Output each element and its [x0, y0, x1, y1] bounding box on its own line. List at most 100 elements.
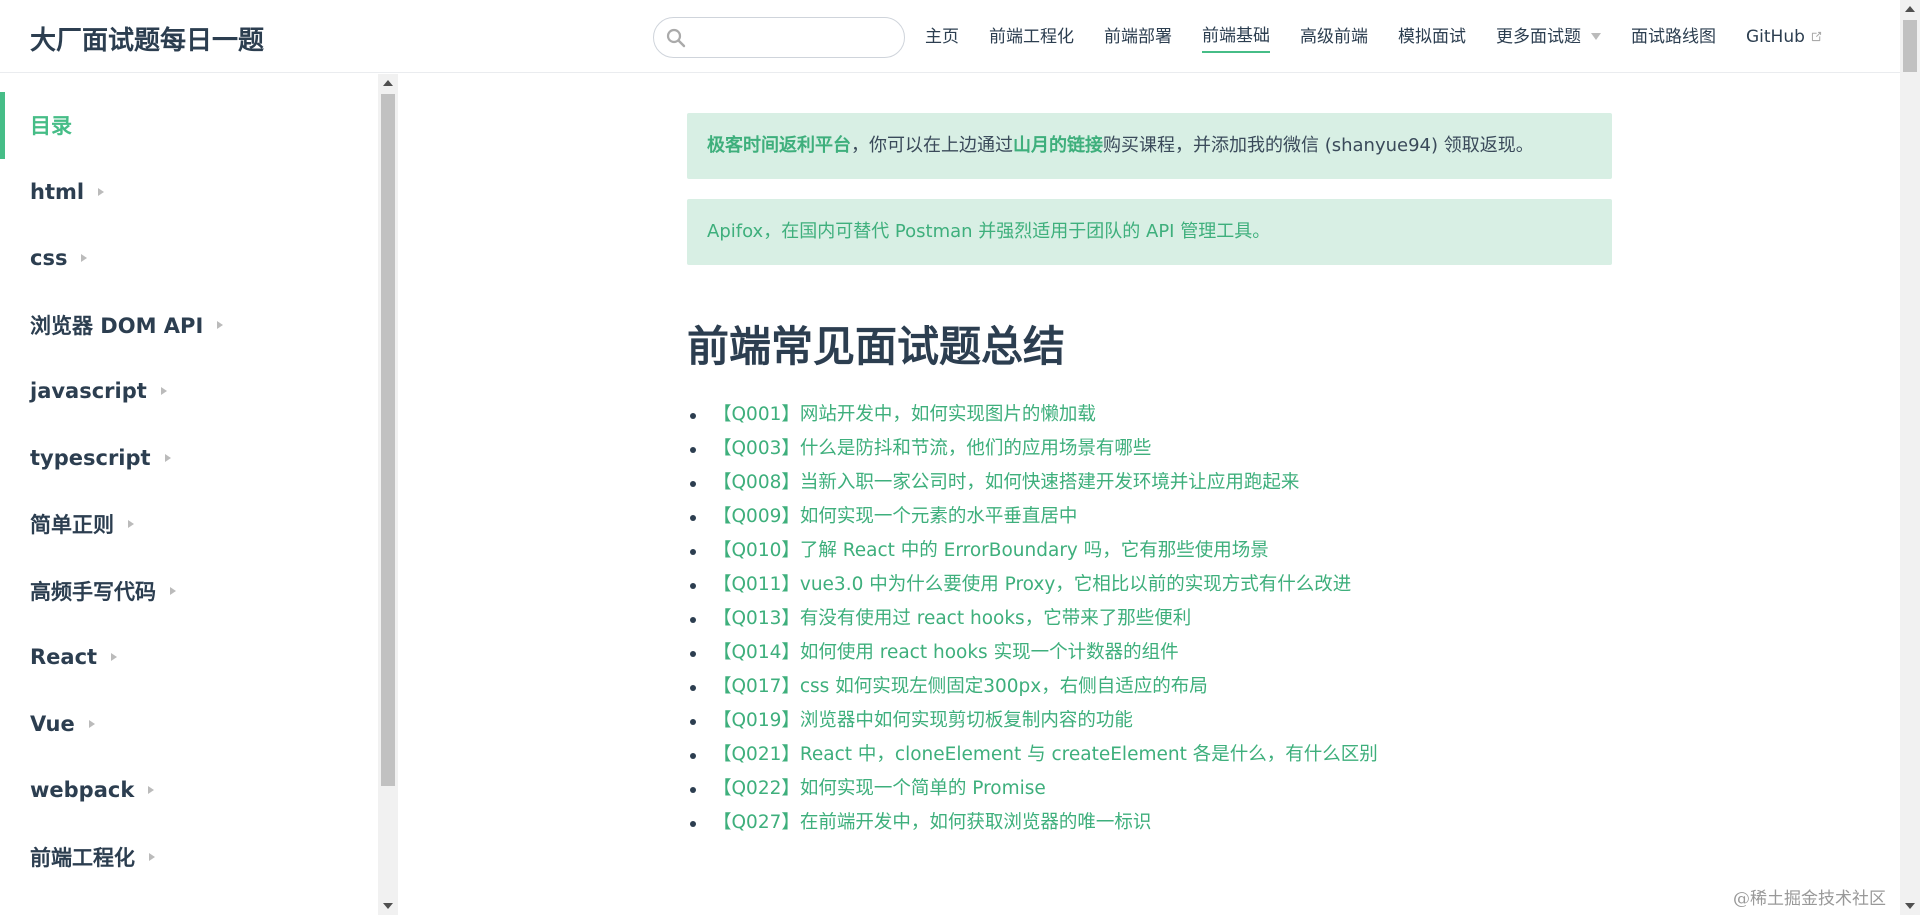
site-name[interactable]: 大厂面试题每日一题 [30, 20, 264, 57]
question-link[interactable]: 【Q013】有没有使用过 react hooks，它带来了那些便利 [713, 608, 1191, 629]
sidebar-item-label: 浏览器 DOM API [30, 313, 204, 338]
nav-item-engineering[interactable]: 前端工程化 [989, 22, 1074, 52]
sidebar-item-label: React [30, 645, 98, 670]
sidebar-item-label: 简单正则 [30, 513, 114, 538]
list-item: 【Q017】css 如何实现左侧固定300px，右侧自适应的布局 [687, 670, 1612, 704]
sidebar-item-webpack[interactable]: webpack [0, 757, 379, 824]
list-item: 【Q009】如何实现一个元素的水平垂直居中 [687, 500, 1612, 534]
sidebar-item-vue[interactable]: Vue [0, 691, 379, 758]
tip-geektime: 极客时间返利平台，你可以在上边通过山月的链接购买课程，并添加我的微信 (shan… [687, 113, 1612, 179]
sidebar: 目录 html css 浏览器 DOM API javascript types… [0, 74, 380, 915]
page-scrollbar-thumb[interactable] [1903, 20, 1917, 72]
sidebar-item-label: css [30, 246, 68, 271]
list-item: 【Q027】在前端开发中，如何获取浏览器的唯一标识 [687, 806, 1612, 840]
question-link[interactable]: 【Q017】css 如何实现左侧固定300px，右侧自适应的布局 [713, 676, 1208, 697]
nav-item-mock-interview[interactable]: 模拟面试 [1398, 22, 1466, 52]
nav-item-github[interactable]: GitHub [1746, 22, 1823, 52]
chevron-right-icon [148, 786, 155, 795]
sidebar-item-handwritten-code[interactable]: 高频手写代码 [0, 558, 379, 625]
chevron-right-icon [217, 320, 224, 329]
question-link[interactable]: 【Q008】当新入职一家公司时，如何快速搭建开发环境并让应用跑起来 [713, 472, 1299, 493]
sidebar-scrollbar-thumb[interactable] [381, 94, 395, 786]
geektime-link[interactable]: 极客时间返利平台 [707, 135, 851, 156]
sidebar-item-dom-api[interactable]: 浏览器 DOM API [0, 292, 379, 359]
nav-item-more-label: 更多面试题 [1496, 26, 1581, 47]
question-link[interactable]: 【Q001】网站开发中，如何实现图片的懒加载 [713, 404, 1096, 425]
tip-text: 购买课程，并添加我的微信 (shanyue94) 领取返现。 [1103, 135, 1534, 156]
scroll-up-arrow-icon[interactable] [1905, 6, 1915, 12]
question-link[interactable]: 【Q011】vue3.0 中为什么要使用 Proxy，它相比以前的实现方式有什么… [713, 574, 1351, 595]
sidebar-scrollbar[interactable] [378, 74, 398, 915]
sidebar-item-regex[interactable]: 简单正则 [0, 491, 379, 558]
list-item: 【Q010】了解 React 中的 ErrorBoundary 吗，它有那些使用… [687, 534, 1612, 568]
list-item: 【Q011】vue3.0 中为什么要使用 Proxy，它相比以前的实现方式有什么… [687, 568, 1612, 602]
sidebar-item-label: Vue [30, 711, 75, 736]
list-item: 【Q021】React 中，cloneElement 与 createEleme… [687, 738, 1612, 772]
scroll-up-arrow-icon[interactable] [383, 80, 393, 86]
question-link[interactable]: 【Q010】了解 React 中的 ErrorBoundary 吗，它有那些使用… [713, 540, 1269, 561]
list-item: 【Q022】如何实现一个简单的 Promise [687, 772, 1612, 806]
tip-apifox: Apifox，在国内可替代 Postman 并强烈适用于团队的 API 管理工具… [687, 199, 1612, 265]
question-link[interactable]: 【Q009】如何实现一个元素的水平垂直居中 [713, 506, 1077, 527]
chevron-right-icon [128, 520, 134, 529]
nav-item-deploy[interactable]: 前端部署 [1104, 22, 1172, 52]
external-link-icon [1811, 31, 1821, 42]
scroll-down-arrow-icon[interactable] [1905, 903, 1915, 909]
sidebar-list: 目录 html css 浏览器 DOM API javascript types… [0, 74, 379, 890]
sidebar-item-label: 目录 [30, 114, 72, 139]
question-link[interactable]: 【Q027】在前端开发中，如何获取浏览器的唯一标识 [713, 812, 1151, 833]
question-link[interactable]: 【Q014】如何使用 react hooks 实现一个计数器的组件 [713, 642, 1179, 663]
list-item: 【Q013】有没有使用过 react hooks，它带来了那些便利 [687, 602, 1612, 636]
sidebar-item-label: 前端工程化 [30, 845, 135, 870]
chevron-right-icon [88, 719, 95, 728]
question-link[interactable]: 【Q021】React 中，cloneElement 与 createEleme… [713, 744, 1378, 765]
question-link[interactable]: 【Q019】浏览器中如何实现剪切板复制内容的功能 [713, 710, 1133, 731]
sidebar-item-typescript[interactable]: typescript [0, 425, 379, 492]
watermark: @稀土掘金技术社区 [1733, 889, 1886, 909]
chevron-right-icon [160, 387, 167, 396]
scroll-down-arrow-icon[interactable] [383, 903, 393, 909]
list-item: 【Q014】如何使用 react hooks 实现一个计数器的组件 [687, 636, 1612, 670]
chevron-right-icon [81, 254, 88, 263]
list-item: 【Q019】浏览器中如何实现剪切板复制内容的功能 [687, 704, 1612, 738]
chevron-right-icon [170, 586, 176, 595]
shanyue-link[interactable]: 山月的链接 [1013, 135, 1103, 156]
list-item: 【Q003】什么是防抖和节流，他们的应用场景有哪些 [687, 432, 1612, 466]
search-input[interactable] [694, 18, 894, 55]
nav-item-advanced[interactable]: 高级前端 [1300, 22, 1368, 52]
apifox-link[interactable]: Apifox [707, 221, 763, 242]
list-item: 【Q008】当新入职一家公司时，如何快速搭建开发环境并让应用跑起来 [687, 466, 1612, 500]
nav-item-more-dropdown[interactable]: 更多面试题 [1496, 22, 1601, 52]
chevron-right-icon [111, 653, 118, 662]
sidebar-item-label: html [30, 179, 85, 204]
chevron-right-icon [98, 187, 105, 196]
search-box[interactable] [653, 17, 905, 58]
question-list: 【Q001】网站开发中，如何实现图片的懒加载 【Q003】什么是防抖和节流，他们… [687, 398, 1612, 840]
sidebar-item-label: 高频手写代码 [30, 579, 156, 604]
page-title: 前端常见面试题总结 [687, 322, 1066, 371]
nav-item-basics[interactable]: 前端基础 [1202, 21, 1270, 53]
nav-item-home[interactable]: 主页 [925, 22, 959, 52]
sidebar-item-css[interactable]: css [0, 225, 379, 292]
question-link[interactable]: 【Q003】什么是防抖和节流，他们的应用场景有哪些 [713, 438, 1151, 459]
sidebar-item-html[interactable]: html [0, 159, 379, 226]
question-link[interactable]: 【Q022】如何实现一个简单的 Promise [713, 778, 1046, 799]
navbar: 大厂面试题每日一题 主页 前端工程化 前端部署 前端基础 高级前端 模拟面试 更… [0, 0, 1900, 73]
sidebar-item-label: typescript [30, 445, 151, 470]
sidebar-item-react[interactable]: React [0, 624, 379, 691]
tip-text: ，你可以在上边通过 [851, 135, 1013, 156]
chevron-right-icon [149, 852, 155, 861]
search-icon [666, 28, 686, 48]
nav-item-github-label: GitHub [1746, 26, 1805, 47]
page-scrollbar[interactable] [1900, 0, 1920, 915]
list-item: 【Q001】网站开发中，如何实现图片的懒加载 [687, 398, 1612, 432]
apifox-desc-link[interactable]: ，在国内可替代 Postman 并强烈适用于团队的 API 管理工具。 [763, 221, 1270, 242]
sidebar-item-javascript[interactable]: javascript [0, 358, 379, 425]
sidebar-item-engineering[interactable]: 前端工程化 [0, 824, 379, 891]
main-content: 极客时间返利平台，你可以在上边通过山月的链接购买课程，并添加我的微信 (shan… [687, 113, 1612, 840]
sidebar-item-toc[interactable]: 目录 [0, 92, 379, 159]
nav-item-roadmap[interactable]: 面试路线图 [1631, 22, 1716, 52]
nav-links: 主页 前端工程化 前端部署 前端基础 高级前端 模拟面试 更多面试题 面试路线图… [925, 0, 1853, 73]
chevron-right-icon [164, 453, 171, 462]
sidebar-item-label: webpack [30, 778, 135, 803]
